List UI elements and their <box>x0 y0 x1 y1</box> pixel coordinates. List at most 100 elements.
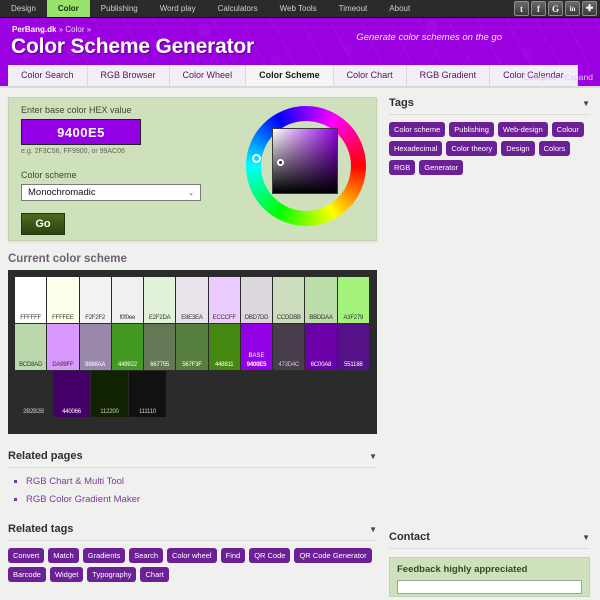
tab-color-wheel[interactable]: Color Wheel <box>169 65 247 86</box>
color-swatch[interactable]: E8E3EA <box>176 277 209 324</box>
tab-rgb-browser[interactable]: RGB Browser <box>87 65 170 86</box>
color-swatch[interactable]: ECCCFF <box>208 277 241 324</box>
tag-chip[interactable]: RGB <box>389 160 416 175</box>
color-picker-widget[interactable] <box>246 106 366 226</box>
related-tag-chip[interactable]: Color wheel <box>167 548 217 563</box>
related-tag-chip[interactable]: Find <box>220 548 246 563</box>
color-swatch[interactable]: 9988AA <box>79 324 112 371</box>
facebook-icon[interactable]: f <box>531 1 546 16</box>
color-swatch[interactable]: 111110 <box>129 371 167 418</box>
tag-chip[interactable]: Generator <box>419 160 464 175</box>
related-tag-chip[interactable]: Typography <box>87 567 137 582</box>
tag-chip[interactable]: Hexadecimal <box>389 141 443 156</box>
swatch-hex-label: 9400E5 <box>246 362 267 368</box>
top-nav-item-about[interactable]: About <box>378 0 421 17</box>
swatch-hex-label: 9988AA <box>85 362 106 368</box>
tag-chip[interactable]: Colors <box>538 141 571 156</box>
color-swatch[interactable]: BBDDAA <box>305 277 338 324</box>
chevron-down-icon[interactable]: ▼ <box>582 533 590 542</box>
related-pages-title: Related pages <box>8 450 83 462</box>
related-tag-chip[interactable]: Search <box>129 548 163 563</box>
top-nav-item-publishing[interactable]: Publishing <box>90 0 149 17</box>
tag-chip[interactable]: Color theory <box>446 141 498 156</box>
tags-title: Tags <box>389 97 414 109</box>
related-tag-chip[interactable]: Match <box>48 548 79 563</box>
color-swatch[interactable]: CCDDBB <box>273 277 306 324</box>
color-swatch[interactable]: DA99FF <box>47 324 80 371</box>
swatch-hex-label: f0f0ee <box>119 315 136 321</box>
collapse-expand-toggle[interactable]: Collapse • Expand <box>523 72 593 82</box>
swatch-row: FFFFFF FFFFEE F2F2F2 f0f0ee E2F2DA E8E3EA ECCC… <box>15 277 370 324</box>
top-nav-item-calculators[interactable]: Calculators <box>207 0 269 17</box>
related-page-link[interactable]: RGB Chart & Multi Tool <box>26 476 385 487</box>
color-swatch[interactable]: f0f0ee <box>111 277 145 324</box>
related-tag-chip[interactable]: Barcode <box>8 567 46 582</box>
color-swatch[interactable]: 567F3F <box>176 324 209 371</box>
top-nav-item-word-play[interactable]: Word play <box>149 0 207 17</box>
related-pages-heading: Related pages ▼ <box>8 450 377 468</box>
tab-rgb-gradient[interactable]: RGB Gradient <box>406 65 491 86</box>
tab-color-search[interactable]: Color Search <box>8 65 88 86</box>
hex-value-input[interactable]: 9400E5 <box>21 119 141 145</box>
tab-color-scheme[interactable]: Color Scheme <box>246 65 334 86</box>
contact-heading: Contact ▼ <box>389 531 590 549</box>
color-swatch[interactable]: BASE 9400E5 <box>240 324 274 371</box>
color-swatch[interactable]: 2B2B2B <box>15 371 53 418</box>
page-title: Color Scheme Generator <box>11 35 255 58</box>
tag-chip[interactable]: Colour <box>551 122 584 137</box>
related-tag-chip[interactable]: Convert <box>8 548 45 563</box>
twitter-icon[interactable]: t <box>514 1 529 16</box>
tag-chip[interactable]: Color scheme <box>389 122 446 137</box>
color-swatch[interactable]: 448811 <box>208 324 241 371</box>
color-swatch[interactable]: FFFFFF <box>15 277 48 324</box>
top-nav-items: Design Color Publishing Word play Calculator… <box>0 0 421 17</box>
feedback-input[interactable] <box>397 580 582 594</box>
top-nav-item-timeout[interactable]: Timeout <box>328 0 379 17</box>
go-button[interactable]: Go <box>21 213 65 235</box>
related-tag-chip[interactable]: Chart <box>140 567 169 582</box>
color-swatch[interactable]: 449922 <box>111 324 145 371</box>
tag-chip[interactable]: Design <box>501 141 535 156</box>
chevron-down-icon[interactable]: ▼ <box>369 452 377 461</box>
breadcrumb[interactable]: PerBang.dk » Color » <box>12 25 91 34</box>
related-tag-chip[interactable]: QR Code <box>249 548 291 563</box>
hue-marker-handle[interactable] <box>252 154 261 163</box>
swatch-hex-label: 111110 <box>138 409 157 415</box>
swatch-hex-label: DBD7DD <box>244 315 269 321</box>
tag-chip[interactable]: Publishing <box>449 122 494 137</box>
color-swatch[interactable]: 6C00A8 <box>305 324 338 371</box>
related-tag-chip[interactable]: Gradients <box>82 548 126 563</box>
color-swatch[interactable]: 551188 <box>337 324 370 371</box>
top-nav-item-color[interactable]: Color <box>46 0 90 17</box>
top-nav-item-web-tools[interactable]: Web Tools <box>269 0 328 17</box>
tag-chip[interactable]: Web-design <box>497 122 548 137</box>
saturation-value-marker-handle[interactable] <box>277 159 284 166</box>
breadcrumb-site[interactable]: PerBang.dk <box>12 25 56 34</box>
color-swatch[interactable]: BCD8AD <box>15 324 48 371</box>
color-swatch[interactable]: E2F2DA <box>144 277 177 324</box>
swatch-hex-label: 112200 <box>100 409 119 415</box>
chevron-down-icon[interactable]: ▼ <box>582 99 590 108</box>
tab-color-chart[interactable]: Color Chart <box>333 65 407 86</box>
related-tag-chip[interactable]: Widget <box>49 567 84 582</box>
color-swatch[interactable]: A3F279 <box>337 277 370 324</box>
related-page-link[interactable]: RGB Color Gradient Maker <box>26 494 385 505</box>
color-swatch[interactable]: F2F2F2 <box>79 277 112 324</box>
linkedin-icon[interactable]: in <box>565 1 580 16</box>
google-icon[interactable]: G <box>548 1 563 16</box>
color-swatch[interactable]: FFFFEE <box>47 277 80 324</box>
swatch-row: BCD8AD DA99FF 9988AA 449922 667755 567F3F 4488… <box>15 324 370 371</box>
top-nav-item-design[interactable]: Design <box>0 0 47 17</box>
color-swatch[interactable]: 473D4C <box>273 324 306 371</box>
share-more-icon[interactable]: ✚ <box>582 1 597 16</box>
feedback-label: Feedback highly appreciated <box>397 564 528 575</box>
color-scheme-select[interactable]: Monochromadic ⌄ <box>21 184 201 201</box>
tab-bar: Color Search RGB Browser Color Wheel Color … <box>0 65 600 88</box>
chevron-down-icon[interactable]: ▼ <box>369 525 377 534</box>
color-swatch[interactable]: 112200 <box>91 371 129 418</box>
color-swatch[interactable]: DBD7DD <box>240 277 274 324</box>
related-tag-chip[interactable]: QR Code Generator <box>294 548 372 563</box>
color-swatch[interactable]: 440066 <box>53 371 91 418</box>
chevron-down-icon: ⌄ <box>188 189 194 197</box>
color-swatch[interactable]: 667755 <box>144 324 177 371</box>
